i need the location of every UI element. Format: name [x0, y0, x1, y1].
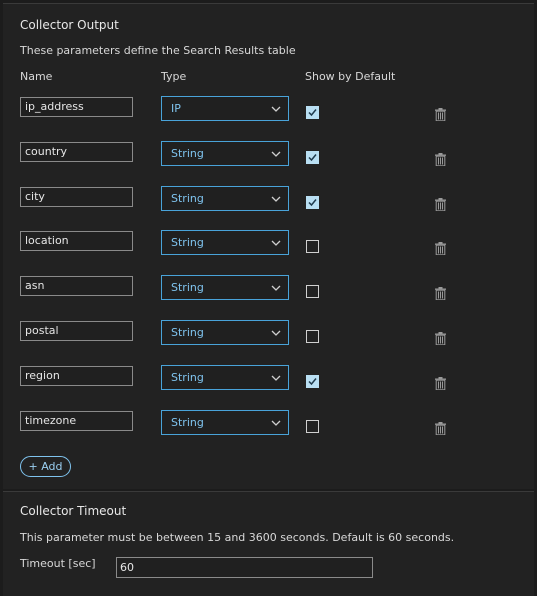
timeout-label: Timeout [sec] [20, 557, 96, 570]
show-by-default-checkbox[interactable] [306, 330, 319, 343]
parameter-name-input[interactable]: postal [20, 321, 133, 341]
parameter-type-select[interactable]: String [161, 230, 289, 255]
parameter-type-value: String [171, 192, 204, 205]
parameter-type-value: String [171, 281, 204, 294]
parameter-name-input[interactable]: asn [20, 276, 133, 296]
chevron-down-icon [271, 106, 281, 112]
chevron-down-icon [271, 330, 281, 336]
parameter-name-input[interactable]: region [20, 366, 133, 386]
show-by-default-checkbox[interactable] [306, 196, 319, 209]
parameter-type-select[interactable]: String [161, 186, 289, 211]
trash-icon[interactable] [435, 242, 446, 255]
parameter-type-select[interactable]: String [161, 141, 289, 166]
collector-timeout-title: Collector Timeout [20, 504, 127, 518]
trash-icon[interactable] [435, 198, 446, 211]
parameter-name-input[interactable]: city [20, 187, 133, 207]
check-icon [308, 378, 317, 386]
parameter-type-select[interactable]: String [161, 275, 289, 300]
column-header-name: Name [20, 70, 53, 83]
chevron-down-icon [271, 240, 281, 246]
chevron-down-icon [271, 196, 281, 202]
check-icon [308, 109, 317, 117]
chevron-down-icon [271, 375, 281, 381]
trash-icon[interactable] [435, 153, 446, 166]
parameter-type-value: String [171, 147, 204, 160]
parameter-name-input[interactable]: country [20, 142, 133, 162]
check-icon [308, 199, 317, 207]
show-by-default-checkbox[interactable] [306, 240, 319, 253]
parameter-name-input[interactable]: location [20, 231, 133, 251]
column-header-type: Type [161, 70, 187, 83]
show-by-default-checkbox[interactable] [306, 420, 319, 433]
parameter-type-value: String [171, 236, 204, 249]
parameter-type-value: String [171, 371, 204, 384]
trash-icon[interactable] [435, 287, 446, 300]
chevron-down-icon [271, 420, 281, 426]
collector-output-title: Collector Output [20, 18, 119, 32]
add-parameter-button[interactable]: + Add [20, 456, 71, 477]
parameter-type-value: String [171, 326, 204, 339]
trash-icon[interactable] [435, 108, 446, 121]
parameter-name-input[interactable]: ip_address [20, 97, 133, 117]
trash-icon[interactable] [435, 377, 446, 390]
show-by-default-checkbox[interactable] [306, 151, 319, 164]
show-by-default-checkbox[interactable] [306, 285, 319, 298]
timeout-input[interactable]: 60 [116, 557, 373, 578]
parameter-type-value: IP [171, 102, 181, 115]
parameter-type-select[interactable]: String [161, 410, 289, 435]
column-header-show: Show by Default [305, 70, 396, 83]
collector-timeout-panel: Collector Timeout This parameter must be… [3, 491, 534, 596]
chevron-down-icon [271, 151, 281, 157]
collector-output-description: These parameters define the Search Resul… [20, 44, 296, 57]
show-by-default-checkbox[interactable] [306, 375, 319, 388]
collector-output-panel: Collector Output These parameters define… [3, 3, 534, 489]
collector-timeout-description: This parameter must be between 15 and 36… [20, 531, 455, 544]
check-icon [308, 154, 317, 162]
trash-icon[interactable] [435, 422, 446, 435]
parameter-type-select[interactable]: String [161, 320, 289, 345]
chevron-down-icon [271, 285, 281, 291]
parameter-name-input[interactable]: timezone [20, 411, 133, 431]
parameter-type-select[interactable]: String [161, 365, 289, 390]
parameter-type-select[interactable]: IP [161, 96, 289, 121]
trash-icon[interactable] [435, 332, 446, 345]
parameter-type-value: String [171, 416, 204, 429]
show-by-default-checkbox[interactable] [306, 106, 319, 119]
